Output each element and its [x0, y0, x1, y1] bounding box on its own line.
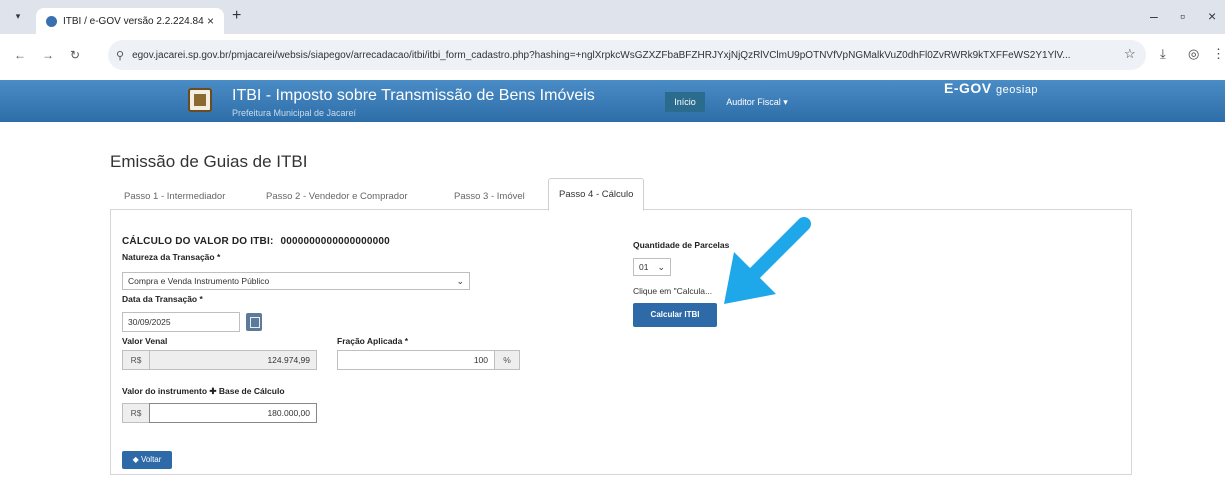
site-info-icon[interactable]: ⚲: [116, 49, 124, 62]
percent-suffix: %: [494, 350, 520, 370]
minimize-icon[interactable]: –: [1150, 8, 1158, 24]
extensions-icon[interactable]: ◎: [1188, 46, 1199, 62]
valor-instrumento-input[interactable]: 180.000,00: [149, 403, 317, 423]
app-header: ITBI - Imposto sobre Transmissão de Bens…: [0, 80, 1225, 122]
instrumento-label: Valor do instrumento ✚ Base de Cálculo: [122, 386, 285, 396]
brand-egov: E-GOV: [944, 80, 992, 96]
download-icon[interactable]: ⤓: [1160, 46, 1166, 62]
calc-heading-value: 0000000000000000000: [280, 236, 390, 247]
calc-panel: [110, 210, 1132, 475]
address-bar[interactable]: ⚲ egov.jacarei.sp.gov.br/pmjacarei/websi…: [108, 40, 1146, 70]
tab-title: ITBI / e-GOV versão 2.2.224.84: [63, 15, 204, 27]
calcular-itbi-button[interactable]: Calcular ITBI: [633, 303, 717, 327]
window-close-icon[interactable]: ×: [1208, 8, 1216, 24]
data-transacao-input[interactable]: 30/09/2025: [122, 312, 240, 332]
tab-passo-3[interactable]: Passo 3 - Imóvel: [444, 184, 535, 210]
back-icon[interactable]: ←: [14, 48, 26, 62]
calc-heading-label: CÁLCULO DO VALOR DO ITBI:: [122, 236, 274, 247]
nav-home[interactable]: Início: [665, 92, 705, 112]
tab-passo-2[interactable]: Passo 2 - Vendedor e Comprador: [256, 184, 418, 210]
fracao-label: Fração Aplicada *: [337, 336, 409, 346]
page-title: Emissão de Guias de ITBI: [110, 152, 308, 171]
browser-tab[interactable]: ITBI / e-GOV versão 2.2.224.84 ×: [36, 8, 224, 34]
chevron-down-icon: ⌄: [657, 262, 665, 272]
reload-icon[interactable]: ↻: [70, 48, 80, 62]
chevron-down-icon: ⌄: [456, 276, 464, 286]
brand-logo: E-GOV geosiap: [944, 80, 1038, 96]
natureza-value: Compra e Venda Instrumento Público: [128, 276, 270, 286]
tab-passo-1[interactable]: Passo 1 - Intermediador: [114, 184, 235, 210]
parcelas-value: 01: [639, 262, 649, 272]
app-subtitle: Prefeitura Municipal de Jacareí: [232, 108, 357, 118]
app-title: ITBI - Imposto sobre Transmissão de Bens…: [232, 87, 595, 104]
forward-icon[interactable]: →: [42, 48, 54, 62]
venal-currency-prefix: R$: [122, 350, 150, 370]
valor-venal-label: Valor Venal: [122, 336, 168, 346]
voltar-button[interactable]: ◆ Voltar: [122, 451, 172, 469]
tab-passo-4[interactable]: Passo 4 - Cálculo: [548, 178, 645, 211]
data-transacao-label: Data da Transação *: [122, 294, 203, 304]
parcelas-label: Quantidade de Parcelas: [633, 240, 730, 250]
calc-hint: Clique em "Calcula...: [633, 286, 713, 296]
close-tab-icon[interactable]: ×: [207, 14, 214, 28]
menu-icon[interactable]: ⋮: [1212, 46, 1225, 62]
tab-menu-icon[interactable]: ▾: [10, 11, 26, 25]
fracao-input[interactable]: 100: [337, 350, 495, 370]
parcelas-select[interactable]: 01 ⌄: [633, 258, 671, 276]
valor-venal-field: 124.974,99: [149, 350, 317, 370]
instrumento-currency-prefix: R$: [122, 403, 150, 423]
nav-user-menu[interactable]: Auditor Fiscal ▾: [715, 92, 799, 112]
new-tab-button[interactable]: +: [232, 7, 241, 25]
natureza-select[interactable]: Compra e Venda Instrumento Público ⌄: [122, 272, 470, 290]
natureza-label: Natureza da Transação *: [122, 252, 221, 262]
restore-icon[interactable]: ▫: [1180, 8, 1185, 24]
calc-heading: CÁLCULO DO VALOR DO ITBI: 00000000000000…: [122, 236, 390, 247]
calendar-icon[interactable]: [246, 313, 262, 331]
brand-geosiap: geosiap: [996, 84, 1039, 96]
url-text: egov.jacarei.sp.gov.br/pmjacarei/websis/…: [132, 49, 1071, 61]
municipal-logo: [188, 88, 212, 112]
globe-icon: [46, 15, 57, 27]
step-tabs: Passo 1 - Intermediador Passo 2 - Vended…: [110, 178, 1132, 211]
pointer-arrow-icon: [724, 217, 811, 304]
bookmark-star-icon[interactable]: ☆: [1124, 46, 1136, 62]
